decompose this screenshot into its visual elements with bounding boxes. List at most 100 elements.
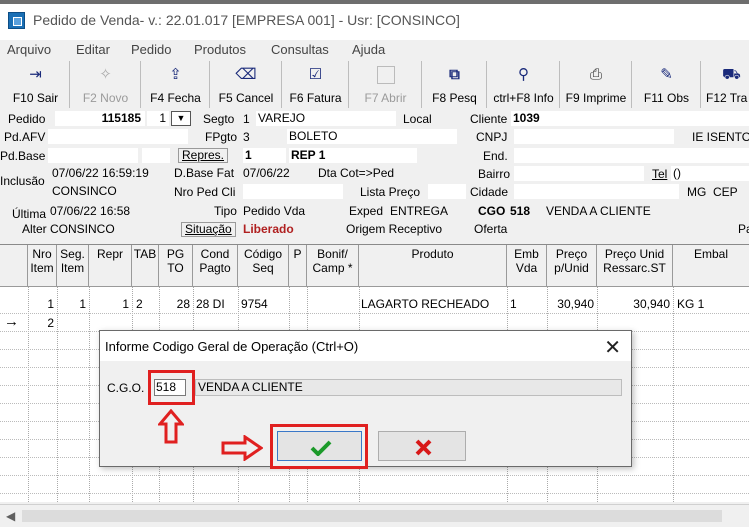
pedido-dropdown-icon[interactable]: ▼ (171, 111, 191, 126)
col-embal[interactable]: Embal (673, 245, 749, 287)
pa-label: Pa (738, 222, 749, 236)
cancel-button[interactable] (378, 431, 466, 461)
toolbar: ⇥ F10 Sair ✧ F2 Novo ⇪ F4 Fecha ⌫ F5 Can… (0, 61, 749, 109)
app-icon (8, 12, 25, 29)
search-button[interactable]: ⧉ F8 Pesq (423, 61, 487, 108)
exit-button[interactable]: ⇥ F10 Sair (2, 61, 70, 108)
open-button[interactable]: F7 Abrir (350, 61, 422, 108)
menu-bar: Arquivo Editar Pedido Produtos Consultas… (0, 40, 749, 60)
menu-consultas[interactable]: Consultas (271, 42, 329, 57)
pedido-label: Pedido (8, 112, 46, 126)
cell-codigo-seq[interactable]: 9754 (241, 297, 268, 311)
cell-repr[interactable]: 1 (89, 297, 129, 311)
grid-indicator-header (0, 245, 28, 287)
dialog-titlebar: Informe Codigo Geral de Operação (Ctrl+O… (100, 331, 631, 361)
notes-button[interactable]: ✎ F11 Obs (633, 61, 701, 108)
cgo-dialog: Informe Codigo Geral de Operação (Ctrl+O… (99, 330, 632, 469)
pdbase-seq-field[interactable] (142, 148, 170, 163)
transport-button[interactable]: ⛟ F12 Tra (702, 61, 749, 108)
col-emb-vda[interactable]: Emb Vda (507, 245, 547, 287)
scroll-track[interactable] (22, 510, 722, 522)
col-bonif-camp[interactable]: Bonif/ Camp * (307, 245, 359, 287)
close-icon[interactable]: ✕ (604, 335, 621, 360)
cliente-field[interactable]: 1039 (511, 111, 749, 126)
dbasefat-label: D.Base Fat (174, 166, 235, 180)
situacao-button[interactable]: Situação (181, 222, 236, 237)
pdbase-field[interactable] (48, 148, 138, 163)
grid-row-line (0, 493, 749, 494)
close-order-button[interactable]: ⇪ F4 Fecha (142, 61, 210, 108)
nroped-label: Nro Ped Cli (174, 185, 236, 199)
menu-pedido[interactable]: Pedido (131, 42, 171, 57)
menu-produtos[interactable]: Produtos (194, 42, 246, 57)
pedido-seq-field[interactable]: 1 (147, 111, 169, 126)
cgo-name: VENDA A CLIENTE (546, 204, 651, 218)
pdafv-label: Pd.AFV (4, 130, 46, 144)
oferta-label: Oferta (474, 222, 508, 236)
open-icon (350, 66, 421, 89)
segto-name: VAREJO (256, 111, 396, 126)
cell-tab[interactable]: 2 (136, 297, 143, 311)
grid-col-sep (673, 287, 674, 502)
cgo-label: C.G.O. (107, 381, 145, 395)
repres-button[interactable]: Repres. (178, 148, 229, 163)
col-produto[interactable]: Produto (359, 245, 507, 287)
fpgto-label: FPgto (205, 130, 238, 144)
cell-emb-vda[interactable]: 1 (510, 297, 517, 311)
pdafv-field[interactable] (48, 129, 188, 144)
col-pgto[interactable]: PG TO (159, 245, 193, 287)
cell-preco-unid[interactable]: 30,940 (547, 297, 594, 311)
cnpj-label: CNPJ (476, 130, 508, 144)
exit-icon: ⇥ (29, 66, 42, 83)
listapreco-label: Lista Preço (360, 185, 421, 199)
listapreco-field[interactable] (428, 184, 466, 199)
tel-field: () (671, 166, 749, 181)
cgo-input[interactable]: 518 (154, 379, 186, 396)
binoculars-icon: ⧉ (449, 66, 460, 83)
ultima-value: 07/06/22 16:58 (50, 204, 131, 218)
cell-produto[interactable]: LAGARTO RECHEADO (361, 297, 489, 311)
up-arrow-annotation-icon (158, 409, 184, 444)
new-button[interactable]: ✧ F2 Novo (71, 61, 141, 108)
segto-label: Segto (203, 112, 235, 126)
cell-embal[interactable]: KG 1 (677, 297, 704, 311)
pedido-field[interactable]: 115185 (55, 111, 145, 126)
scroll-left-icon[interactable]: ◀ (6, 509, 15, 523)
current-row-arrow-icon: → (4, 313, 19, 330)
cnpj-field (514, 129, 674, 144)
print-button[interactable]: ⎙ F9 Imprime (561, 61, 632, 108)
tel-label[interactable]: Tel (652, 167, 667, 181)
col-preco-ressarc[interactable]: Preço Unid Ressarc.ST (597, 245, 673, 287)
horizontal-scrollbar[interactable]: ◀ (0, 504, 749, 527)
col-nro-item[interactable]: Nro Item (28, 245, 57, 287)
cliente-label: Cliente (470, 112, 508, 126)
alter-label: Alter (22, 222, 47, 236)
cell-preco-ressarc[interactable]: 30,940 (597, 297, 670, 311)
ok-button[interactable] (277, 431, 362, 461)
cell-nro-item[interactable]: 2 (28, 316, 54, 330)
col-seg-item[interactable]: Seg. Item (57, 245, 89, 287)
invoice-button[interactable]: ☑ F6 Fatura (283, 61, 349, 108)
dbasefat-value: 07/06/22 (243, 166, 290, 180)
cell-cond-pagto[interactable]: 28 DI (196, 297, 237, 311)
menu-arquivo[interactable]: Arquivo (7, 42, 51, 57)
cancel-icon: ⌫ (235, 66, 257, 83)
col-p[interactable]: P (289, 245, 307, 287)
col-repr[interactable]: Repr (89, 245, 132, 287)
repres-value[interactable]: 1 (243, 148, 286, 163)
cell-pgto[interactable]: 28 (159, 297, 190, 311)
nroped-field[interactable] (243, 184, 343, 199)
right-arrow-annotation-icon (221, 435, 263, 461)
menu-ajuda[interactable]: Ajuda (352, 42, 385, 57)
col-cond-pagto[interactable]: Cond Pagto (193, 245, 238, 287)
cell-nro-item[interactable]: 1 (28, 297, 54, 311)
col-tab[interactable]: TAB (132, 245, 159, 287)
cell-seg-item[interactable]: 1 (57, 297, 86, 311)
col-codigo-seq[interactable]: Código Seq (238, 245, 289, 287)
info-button[interactable]: ⚲ ctrl+F8 Info (488, 61, 560, 108)
menu-editar[interactable]: Editar (76, 42, 110, 57)
col-preco-unid[interactable]: Preço p/Unid (547, 245, 597, 287)
cancel-order-button[interactable]: ⌫ F5 Cancel (211, 61, 282, 108)
order-header-form: Pedido 115185 1 ▼ Segto 1 VAREJO Local C… (0, 109, 749, 244)
repres-name: REP 1 (289, 148, 417, 163)
